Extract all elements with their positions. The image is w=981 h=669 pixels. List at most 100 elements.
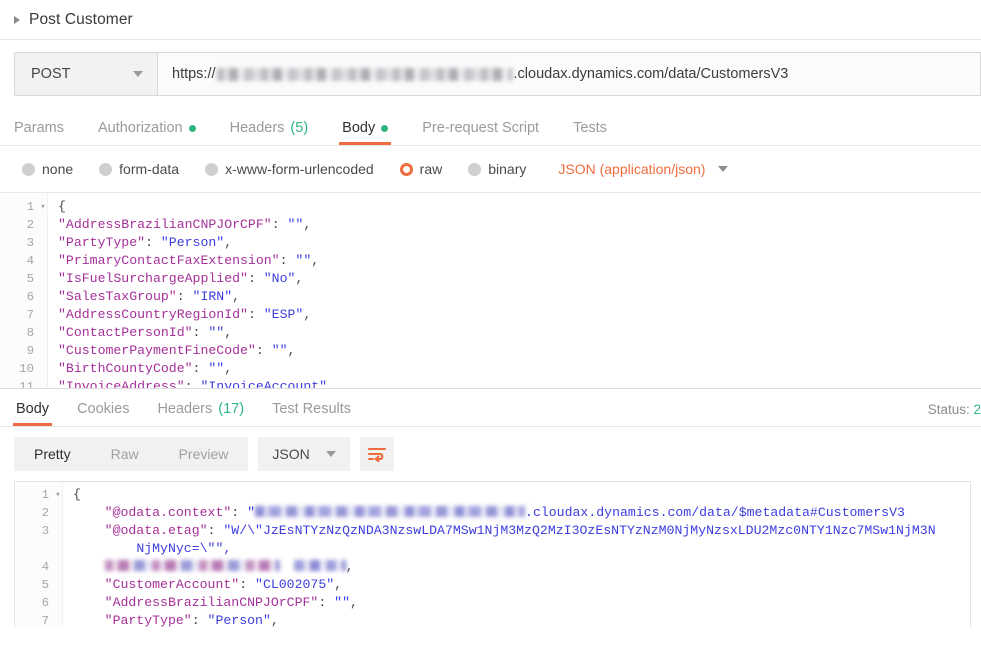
code-line: 10 "BirthCountyCode": "", bbox=[0, 360, 981, 378]
json-value: "No" bbox=[263, 271, 296, 286]
code-line: 3 "@odata.etag": "W/\"JzEsNTYzNzQzNDA3Nz… bbox=[15, 522, 970, 540]
url-input[interactable]: https:// .cloudax.dynamics.com/data/Custo… bbox=[158, 52, 981, 96]
json-comma: , bbox=[232, 289, 241, 304]
response-format-select[interactable]: JSON bbox=[258, 437, 350, 471]
tab-tests[interactable]: Tests bbox=[573, 120, 607, 145]
fold-space bbox=[53, 576, 63, 594]
word-wrap-icon[interactable] bbox=[359, 437, 394, 471]
tab-headers[interactable]: Headers (5) bbox=[230, 120, 309, 145]
line-number: 3 bbox=[41, 524, 49, 538]
json-key: "@odata.context" bbox=[104, 505, 232, 520]
caret-right-icon[interactable] bbox=[14, 15, 20, 24]
line-number: 7 bbox=[41, 614, 49, 627]
fold-space bbox=[53, 558, 63, 576]
fold-space bbox=[38, 234, 48, 252]
view-pretty-button[interactable]: Pretty bbox=[14, 437, 91, 471]
line-number: 1 bbox=[26, 200, 34, 214]
url-suffix: .cloudax.dynamics.com/data/CustomersV3 bbox=[513, 66, 789, 82]
tab-label: Body bbox=[16, 401, 50, 417]
response-tab-headers[interactable]: Headers (17) bbox=[157, 401, 244, 426]
response-body-editor[interactable]: 1 ▾ { 2 "@odata.context": " .cloudax.dyna… bbox=[14, 481, 971, 627]
code-text: "@odata.etag": "W/\"JzEsNTYzNzQzNDA3Nzsw… bbox=[104, 523, 936, 538]
line-number: 7 bbox=[26, 308, 34, 322]
url-row: POST https:// .cloudax.dynamics.com/data/… bbox=[0, 40, 981, 108]
body-type-raw[interactable]: raw bbox=[399, 161, 442, 177]
request-body-editor[interactable]: 1 ▾ { 2 "AddressBrazilianCNPJOrCPF": "",… bbox=[0, 193, 981, 389]
json-comma: , bbox=[224, 235, 233, 250]
tab-count: (5) bbox=[290, 120, 309, 136]
code-text: "InvoiceAddress": "InvoiceAccount" bbox=[48, 378, 328, 389]
radio-icon bbox=[22, 162, 35, 176]
json-comma: , bbox=[224, 325, 233, 340]
redacted-host bbox=[255, 506, 526, 518]
fold-space bbox=[38, 306, 48, 324]
code-text: NjMyNyc=\"", bbox=[63, 540, 231, 558]
code-text: { bbox=[58, 199, 66, 214]
json-key: "InvoiceAddress" bbox=[58, 379, 185, 389]
fold-space bbox=[38, 378, 48, 388]
line-number: 1 bbox=[41, 488, 49, 502]
fold-space bbox=[38, 288, 48, 306]
view-preview-button[interactable]: Preview bbox=[159, 437, 249, 471]
code-line: 11 "InvoiceAddress": "InvoiceAccount" bbox=[0, 378, 981, 389]
response-tab-test-results[interactable]: Test Results bbox=[272, 401, 351, 426]
line-number: 10 bbox=[19, 362, 34, 376]
json-value: .cloudax.dynamics.com/data/$metadata#Cus… bbox=[525, 505, 905, 520]
line-number: 8 bbox=[26, 326, 34, 340]
tab-authorization[interactable]: Authorization bbox=[98, 120, 196, 145]
body-type-binary[interactable]: binary bbox=[468, 161, 526, 177]
request-name-bar: Post Customer bbox=[0, 0, 981, 40]
tab-label: Authorization bbox=[97, 120, 183, 136]
body-type-form-data[interactable]: form-data bbox=[99, 161, 179, 177]
json-key: "SalesTaxGroup" bbox=[58, 289, 177, 304]
fold-toggle-icon[interactable]: ▾ bbox=[38, 198, 48, 216]
json-key: "IsFuelSurchargeApplied" bbox=[58, 271, 248, 286]
json-key: "BirthCountyCode" bbox=[58, 361, 193, 376]
json-value: "" bbox=[271, 343, 288, 358]
content-type-select[interactable]: JSON (application/json) bbox=[558, 161, 729, 177]
code-text: "AddressCountryRegionId": "ESP", bbox=[58, 307, 312, 322]
fold-space bbox=[38, 342, 48, 360]
tab-label: Headers bbox=[229, 120, 285, 136]
tab-label: Cookies bbox=[77, 401, 130, 417]
line-number: 6 bbox=[41, 596, 49, 610]
json-key: "PrimaryContactFaxExtension" bbox=[58, 253, 280, 268]
http-method-select[interactable]: POST bbox=[14, 52, 158, 96]
body-type-none[interactable]: none bbox=[22, 161, 73, 177]
fold-toggle-icon[interactable]: ▾ bbox=[53, 486, 63, 504]
tab-label: Body bbox=[342, 120, 376, 136]
code-text: "AddressBrazilianCNPJOrCPF": "", bbox=[104, 595, 358, 610]
body-type-row: none form-data x-www-form-urlencoded raw… bbox=[0, 146, 981, 193]
code-line: 7 "AddressCountryRegionId": "ESP", bbox=[0, 306, 981, 324]
code-text: , bbox=[63, 558, 354, 576]
url-prefix: https:// bbox=[172, 66, 216, 82]
json-value: "CL002075" bbox=[255, 577, 335, 592]
line-number: 4 bbox=[26, 254, 34, 268]
json-value: "Person" bbox=[207, 613, 271, 627]
http-method-label: POST bbox=[31, 66, 71, 82]
fold-space bbox=[53, 522, 63, 540]
content-type-label: JSON (application/json) bbox=[558, 161, 706, 177]
code-line: 6 "SalesTaxGroup": "IRN", bbox=[0, 288, 981, 306]
json-value: "InvoiceAccount" bbox=[200, 379, 328, 389]
tab-pre-request-script[interactable]: Pre-request Script bbox=[422, 120, 539, 145]
json-key: "PartyType" bbox=[104, 613, 192, 627]
json-value: "" bbox=[208, 325, 225, 340]
view-raw-button[interactable]: Raw bbox=[91, 437, 159, 471]
json-comma: , bbox=[224, 361, 233, 376]
tab-params[interactable]: Params bbox=[14, 120, 64, 145]
response-tab-body[interactable]: Body bbox=[12, 401, 53, 426]
body-type-urlencoded[interactable]: x-www-form-urlencoded bbox=[205, 161, 374, 177]
json-value: "" bbox=[295, 253, 312, 268]
fold-space bbox=[53, 612, 63, 627]
response-view-toggle: Pretty Raw Preview bbox=[14, 437, 249, 471]
fold-space bbox=[38, 360, 48, 378]
tab-label: Headers bbox=[157, 401, 213, 417]
response-tab-cookies[interactable]: Cookies bbox=[77, 401, 129, 426]
chevron-down-icon bbox=[718, 166, 729, 172]
tab-body[interactable]: Body bbox=[339, 120, 392, 145]
radio-icon bbox=[205, 162, 219, 176]
radio-selected-icon bbox=[399, 162, 413, 176]
status-badge: Status: 2 bbox=[928, 402, 981, 417]
code-text: "PartyType": "Person", bbox=[104, 613, 279, 627]
